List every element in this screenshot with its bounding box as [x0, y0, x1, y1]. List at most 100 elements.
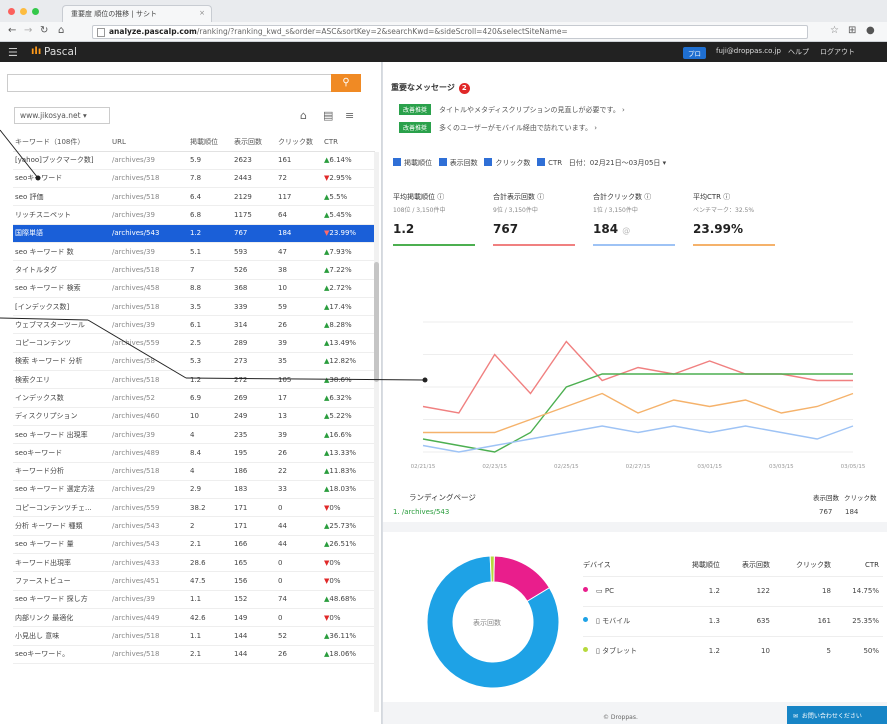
table-row[interactable]: 検索 キーワード 分析/archives/58 5.3 273 35 ▲12.82%	[13, 352, 375, 372]
close-window-icon[interactable]	[8, 8, 15, 15]
desktop-icon: ▭	[596, 587, 603, 595]
keyword-search-input[interactable]	[7, 74, 332, 92]
clicks-cell: 39	[276, 425, 322, 445]
ctr-cell: ▲8.28%	[322, 315, 375, 335]
filter-clicks-checkbox[interactable]: クリック数	[484, 158, 530, 167]
site-select[interactable]: www.jikosya.net ▾	[14, 107, 110, 124]
filter-rank-checkbox[interactable]: 掲載順位	[393, 158, 432, 167]
table-row[interactable]: [インデックス数]/archives/518 3.5 339 59 ▲17.4%	[13, 297, 375, 317]
home-icon[interactable]: ⌂	[58, 25, 64, 36]
table-row[interactable]: 国際単語/archives/543 1.2 767 184 ▼23.99%	[13, 224, 375, 243]
profile-icon[interactable]: ●	[866, 25, 875, 36]
url-cell: /archives/518	[110, 187, 188, 207]
table-row[interactable]: ファーストビュー/archives/451 47.5 156 0 ▼0%	[13, 571, 375, 591]
table-row[interactable]: コピーコンテンツチェ.../archives/559 38.2 171 0 ▼0%	[13, 498, 375, 518]
filter-ctr-checkbox[interactable]: CTR	[537, 158, 562, 167]
ctr-value: 7.93%	[329, 247, 352, 256]
contact-button[interactable]: ✉ お問い合わせください	[787, 706, 887, 724]
url-cell: /archives/52	[110, 388, 188, 408]
bookmark-star-icon[interactable]: ☆	[830, 25, 839, 36]
column-header[interactable]: URL	[110, 134, 188, 152]
ctr-value: 0%	[329, 613, 341, 622]
ctr-value: 13.49%	[329, 339, 357, 348]
tab-close-icon[interactable]: ×	[199, 9, 205, 17]
table-row[interactable]: seoキーワード/archives/489 8.4 195 26 ▲13.33%	[13, 443, 375, 463]
metric-underline	[393, 244, 475, 246]
filter-impressions-checkbox[interactable]: 表示回数	[438, 158, 478, 167]
metric-ctr: 平均CTR ⓘ ベンチマーク：32.5% 23.99%	[693, 192, 775, 246]
landing-link[interactable]: 1. /archives/543	[393, 508, 449, 516]
table-row[interactable]: seoキーワード。/archives/518 2.1 144 26 ▲18.06%	[13, 645, 375, 664]
home-icon[interactable]: ⌂	[300, 109, 307, 122]
checkbox-icon	[393, 158, 401, 166]
clicks-cell: 22	[276, 462, 322, 481]
export-icon[interactable]: ▤	[323, 109, 333, 122]
ctr-cell: ▼23.99%	[322, 224, 375, 243]
reload-icon[interactable]: ↻	[40, 25, 48, 36]
list-icon[interactable]: ≡	[345, 109, 354, 122]
ctr-cell: ▲18.06%	[322, 645, 375, 664]
ctr-value: 12.82%	[329, 357, 357, 366]
column-header[interactable]: クリック数	[276, 134, 322, 152]
ctr-cell: ▲2.72%	[322, 279, 375, 298]
table-row[interactable]: キーワード分析/archives/518 4 186 22 ▲11.83%	[13, 462, 375, 481]
date-range-select[interactable]: 日付：02月21日〜03月05日 ▾	[569, 159, 666, 167]
extension-icon[interactable]: ⊞	[848, 25, 856, 36]
column-header[interactable]: CTR	[322, 134, 375, 152]
table-row[interactable]: キーワード出現率/archives/433 28.6 165 0 ▼0%	[13, 553, 375, 573]
forward-arrow-icon[interactable]: →	[24, 25, 32, 36]
table-row[interactable]: [yahoo]ブックマーク数]/archives/39 5.9 2623 161 ▲6.…	[13, 151, 375, 170]
table-row[interactable]: seo キーワード 選定方法/archives/29 2.9 183 33 ▲18.03…	[13, 480, 375, 500]
table-row[interactable]: seo キーワード 量/archives/543 2.1 166 44 ▲26.51%	[13, 535, 375, 555]
table-row[interactable]: インデックス数/archives/52 6.9 269 17 ▲6.32%	[13, 388, 375, 408]
table-row[interactable]: ディスクリプション/archives/460 10 249 13 ▲5.22%	[13, 407, 375, 426]
browser-tab[interactable]: 重要度 順位の推移 | サシト ×	[62, 5, 212, 22]
table-row[interactable]: コピーコンテンツ/archives/559 2.5 289 39 ▲13.49%	[13, 333, 375, 353]
rank-cell: 4	[188, 462, 232, 481]
rank-cell: 2.5	[188, 333, 232, 353]
minimize-window-icon[interactable]	[20, 8, 27, 15]
scrollbar-track[interactable]	[374, 152, 379, 712]
back-arrow-icon[interactable]: ←	[8, 25, 16, 36]
url-cell: /archives/39	[110, 205, 188, 225]
menu-icon[interactable]: ☰	[8, 46, 18, 59]
table-row[interactable]: 小見出し 意味/archives/518 1.1 144 52 ▲36.11%	[13, 626, 375, 646]
table-row[interactable]: ウェブマスターツール/archives/39 6.1 314 26 ▲8.28%	[13, 315, 375, 335]
message-item[interactable]: 改善推奨 多くのユーザーがモバイル経由で訪れています。 ›	[399, 122, 597, 133]
url-cell: /archives/518	[110, 626, 188, 646]
clicks-cell: 13	[276, 407, 322, 426]
table-row[interactable]: 内部リンク 最適化/archives/449 42.6 149 0 ▼0%	[13, 608, 375, 628]
table-row[interactable]: 検索クエリ/archives/518 1.2 272 105 ▲38.6%	[13, 370, 375, 390]
column-header[interactable]: 表示回数	[232, 134, 276, 152]
table-row[interactable]: seo 評価/archives/518 6.4 2129 117 ▲5.5%	[13, 187, 375, 207]
maximize-window-icon[interactable]	[32, 8, 39, 15]
table-row[interactable]: seoキーワード/archives/518 7.8 2443 72 ▼2.95%	[13, 169, 375, 189]
scrollbar-thumb[interactable]	[374, 262, 379, 382]
help-link[interactable]: ヘルプ	[788, 47, 809, 57]
donut-slice[interactable]	[489, 555, 495, 583]
landing-impressions: 767	[819, 508, 833, 516]
table-row[interactable]: リッチスニペット/archives/39 6.8 1175 64 ▲5.45%	[13, 205, 375, 225]
ctr-cell: ▼0%	[322, 553, 375, 573]
ctr-cell: ▲6.14%	[322, 151, 375, 170]
table-row[interactable]: seo キーワード 出現率/archives/39 4 235 39 ▲16.6%	[13, 425, 375, 445]
clicks-cell: 64	[276, 205, 322, 225]
message-item[interactable]: 改善推奨 タイトルやメタディスクリプションの見直しが必要です。 ›	[399, 104, 625, 115]
app-logo[interactable]: Pascal	[44, 46, 77, 58]
table-row[interactable]: seo キーワード 数/archives/39 5.1 593 47 ▲7.93%	[13, 242, 375, 262]
search-button[interactable]: ⚲	[331, 74, 361, 92]
table-row[interactable]: seo キーワード 探し方/archives/39 1.1 152 74 ▲48.68%	[13, 590, 375, 609]
table-row[interactable]: seo キーワード 検索/archives/458 8.8 368 10 ▲2.72%	[13, 279, 375, 298]
table-row[interactable]: 分析 キーワード 種類/archives/543 2 171 44 ▲25.73%	[13, 516, 375, 536]
device-clicks: 5	[773, 635, 835, 666]
logo-icon: ılı	[31, 46, 42, 57]
url-cell: /archives/489	[110, 443, 188, 463]
device-row: ▯ タブレット 1.2 10 5 50%	[583, 635, 883, 666]
table-row[interactable]: タイトルタグ/archives/518 7 526 38 ▲7.22%	[13, 260, 375, 280]
column-header[interactable]: キーワード（108件）	[13, 134, 110, 152]
column-header[interactable]: 掲載順位	[188, 134, 232, 152]
user-email[interactable]: fuji@droppas.co.jp	[716, 47, 781, 55]
logout-link[interactable]: ログアウト	[820, 47, 855, 57]
metric-sub: ベンチマーク：32.5%	[693, 207, 755, 214]
address-bar[interactable]: analyze.pascalp.com/ranking/?ranking_kwd…	[92, 25, 808, 39]
